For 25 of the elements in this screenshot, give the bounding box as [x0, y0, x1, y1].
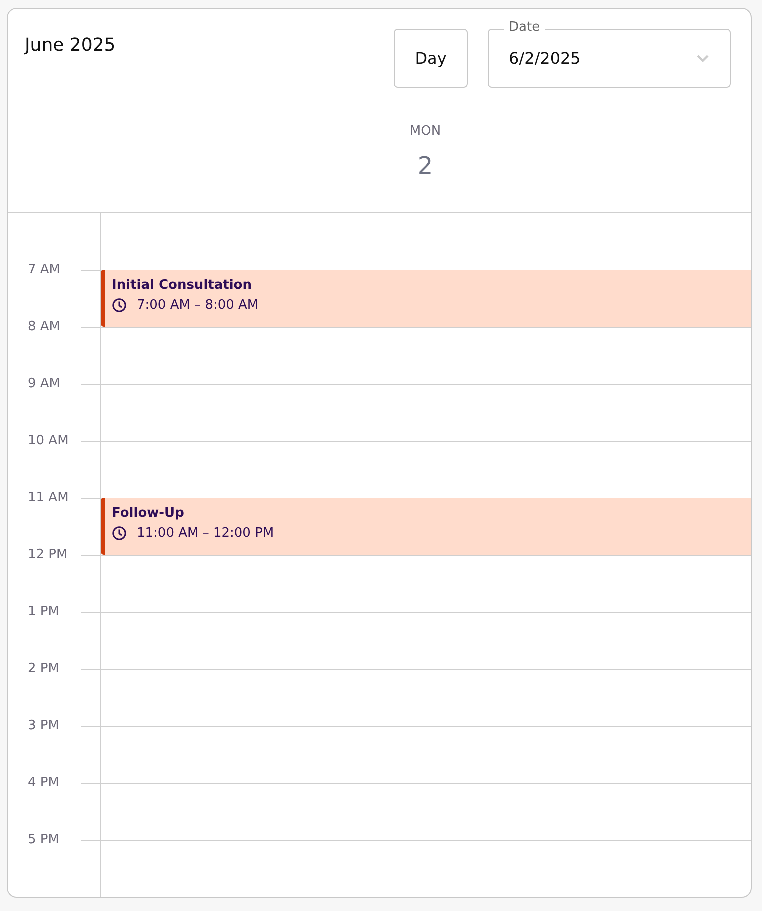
event-time: 7:00 AM – 8:00 AM — [137, 298, 259, 313]
event-title: Initial Consultation — [112, 278, 253, 293]
event-card[interactable]: Follow-Up 11:00 AM – 12:00 PM — [101, 498, 751, 555]
hour-label: 7 AM — [28, 262, 61, 278]
field-value: 6/2/2025 — [509, 49, 582, 68]
hour-label: 8 AM — [28, 320, 61, 334]
hour-label: 12 PM — [28, 548, 68, 562]
view-button[interactable]: Day — [394, 29, 468, 88]
month-title: June 2025 — [25, 35, 117, 56]
weekday-label: MON — [410, 124, 442, 140]
hour-label: 4 PM — [28, 776, 60, 790]
day-number: 2 — [418, 152, 434, 180]
event-time: 11:00 AM – 12:00 PM — [137, 526, 274, 541]
clock-icon — [112, 298, 127, 313]
event-card[interactable]: Initial Consultation 7:00 AM – 8:00 AM — [101, 270, 751, 327]
event-title: Follow-Up — [112, 506, 186, 521]
hour-label: 9 AM — [28, 376, 61, 392]
chevron-down-icon — [696, 54, 710, 64]
hour-label: 1 PM — [28, 604, 60, 620]
clock-icon — [112, 526, 127, 541]
hour-label: 5 PM — [28, 832, 60, 848]
hour-label: 3 PM — [28, 718, 60, 734]
hour-label: 11 AM — [28, 490, 69, 506]
hour-label: 2 PM — [28, 662, 60, 676]
hour-label: 10 AM — [28, 434, 69, 448]
